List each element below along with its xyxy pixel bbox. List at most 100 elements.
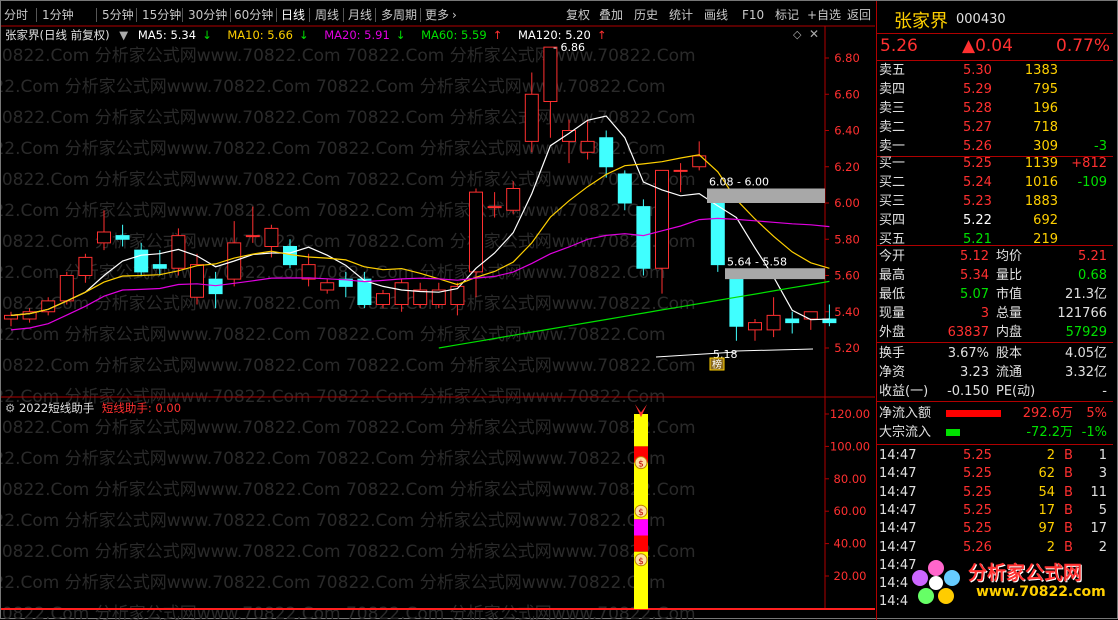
candle-up [301,264,316,280]
watermark-text: 70822.Com 分析家公式网www.70822.Com 70822.Com … [1,77,666,97]
stat-label: 换手 [879,346,906,361]
stat-row: 收益(一) -0.150 PE(动) - [876,382,1113,401]
sub-y-tick-label: 100.00 [830,439,870,453]
candle-up [580,140,595,153]
tick-side: B [1064,448,1073,463]
bid-label: 买一 [879,156,906,171]
candle-up [655,169,669,269]
y-tick-label: 5.60 [834,269,860,283]
ask-volume: 1383 [1024,63,1058,78]
tick-time: 14:4 [879,576,909,592]
tick-price: 5.25 [963,448,992,463]
watermark-text: 70822.Com 分析家公式网www.70822.Com 70822.Com … [1,480,696,500]
stat-label: 净资 [879,365,906,380]
tick-side: B [1064,466,1073,482]
tick-row: 14:47 5.25 2 B 1 [876,446,1113,465]
zone-label: 6.08 - 6.00 [709,176,769,189]
tick-side: B [1064,484,1073,500]
signal-bar-segment [634,535,648,552]
ask-label: 卖五 [879,63,906,78]
stat-row: 净资 3.23 流通 3.32亿 [876,363,1113,382]
watermark-text: 70822.Com 分析家公式网www.70822.Com 70822.Com … [1,356,696,376]
y-tick-label: 6.80 [834,51,860,65]
ask-price: 5.27 [963,120,992,135]
watermark-text: 70822.Com 分析家公式网www.70822.Com 70822.Com … [1,294,696,314]
tick-time: 14:47 [879,484,917,500]
bid-price: 5.25 [963,156,992,171]
sub-y-tick-label: 120.00 [830,407,870,421]
tick-row: 14:47 5.26 2 B 2 [876,538,1113,557]
watermark-text: 70822.Com 分析家公式网www.70822.Com 70822.Com … [1,604,696,620]
candle-down [134,249,149,273]
ask-label: 卖三 [879,101,906,116]
ask-row: 卖三 5.28 196 [876,99,1113,118]
stat-row: 现量 3 总量 121766 [876,304,1113,323]
flower-logo-icon [912,560,960,604]
watermark-layer: 70822.Com 分析家公式网www.70822.Com 70822.Com … [1,46,696,620]
stat-label: 均价 [996,249,1023,264]
low-line [735,348,814,352]
flow-bar [946,429,960,436]
bid-row: 买二 5.24 1016 -109 [876,173,1113,192]
tick-time: 14:47 [879,521,917,537]
ask-row: 卖四 5.29 795 [876,80,1113,99]
bid-label: 买三 [879,194,906,209]
candle-up [97,231,111,244]
ask-price: 5.28 [963,101,992,116]
ma10-label: MA10: 5.66 ↓ [227,28,309,42]
bid-change: +812 [1071,156,1107,171]
stat-row: 最低 5.07 市值 21.3亿 [876,285,1113,304]
support-zone [707,188,825,203]
tick-side: B [1064,502,1073,518]
watermark-text: 70822.Com 分析家公式网www.70822.Com 70822.Com … [1,325,666,345]
bid-volume: 1883 [1024,194,1058,209]
kline-chart[interactable]: 70822.Com 分析家公式网www.70822.Com 70822.Com … [1,1,875,620]
settings-diamond-icon[interactable]: ◇ [793,28,801,41]
rank-badge-label: 榜 [712,358,722,371]
logo-text: 分析家公式网 [968,562,1083,584]
ask-volume: 718 [1033,120,1058,135]
tick-row: 14:47 5.25 17 B 5 [876,501,1113,520]
ma60-label: MA60: 5.59 ↑ [421,28,503,42]
money-bag-icon: $ [638,557,644,567]
divider [876,444,1113,445]
ma120-label: MA120: 5.20 ↑ [517,28,607,42]
candle-up [264,227,279,247]
tick-row: 14:47 5.25 62 B 3 [876,464,1113,483]
tick-time: 14:47 [879,448,917,463]
candle-up [766,314,781,331]
gear-icon[interactable]: ⚙ [5,401,15,415]
candle-up [506,188,521,211]
logo-url: www.70822.com [976,584,1106,600]
current-price: 5.26 [880,36,918,56]
candle-up [543,46,558,102]
stat-label: 今开 [879,249,906,264]
flow-pct: 5% [1086,406,1107,421]
close-icon[interactable]: ✕ [809,27,819,41]
candle-down [115,235,130,240]
ask-price: 5.30 [963,63,992,78]
watermark-text: 70822.Com 分析家公式网www.70822.Com 70822.Com … [1,170,696,190]
candle-up [469,191,483,273]
stock-name: 张家界 [894,11,948,32]
high-label: - 6.86 [553,41,585,54]
tick-volume: 17 [1038,502,1055,518]
candle-up [394,282,409,305]
bid-price: 5.23 [963,194,992,209]
watermark-text: 70822.Com 分析家公式网www.70822.Com 70822.Com … [1,449,666,469]
sub-indicator-layer: $ $ $ [634,404,648,609]
candle-up [487,206,502,209]
price-change-pct: 0.77% [1056,36,1111,56]
stat-label: 最低 [879,287,906,302]
chevron-down-icon[interactable]: ▼ [119,28,128,42]
stat-row: 最高 5.34 量比 0.68 [876,266,1113,285]
watermark-text: 70822.Com 分析家公式网www.70822.Com 70822.Com … [1,263,666,283]
tick-count: 17 [1090,521,1107,537]
tick-price: 5.25 [963,466,992,482]
stat-label: 量比 [996,268,1023,283]
stat-value: 21.3亿 [1065,287,1107,302]
tick-volume: 54 [1038,484,1055,500]
flow-label: 大宗流入 [879,425,932,440]
bid-label: 买四 [879,213,906,228]
signal-bar-segment [634,414,648,447]
